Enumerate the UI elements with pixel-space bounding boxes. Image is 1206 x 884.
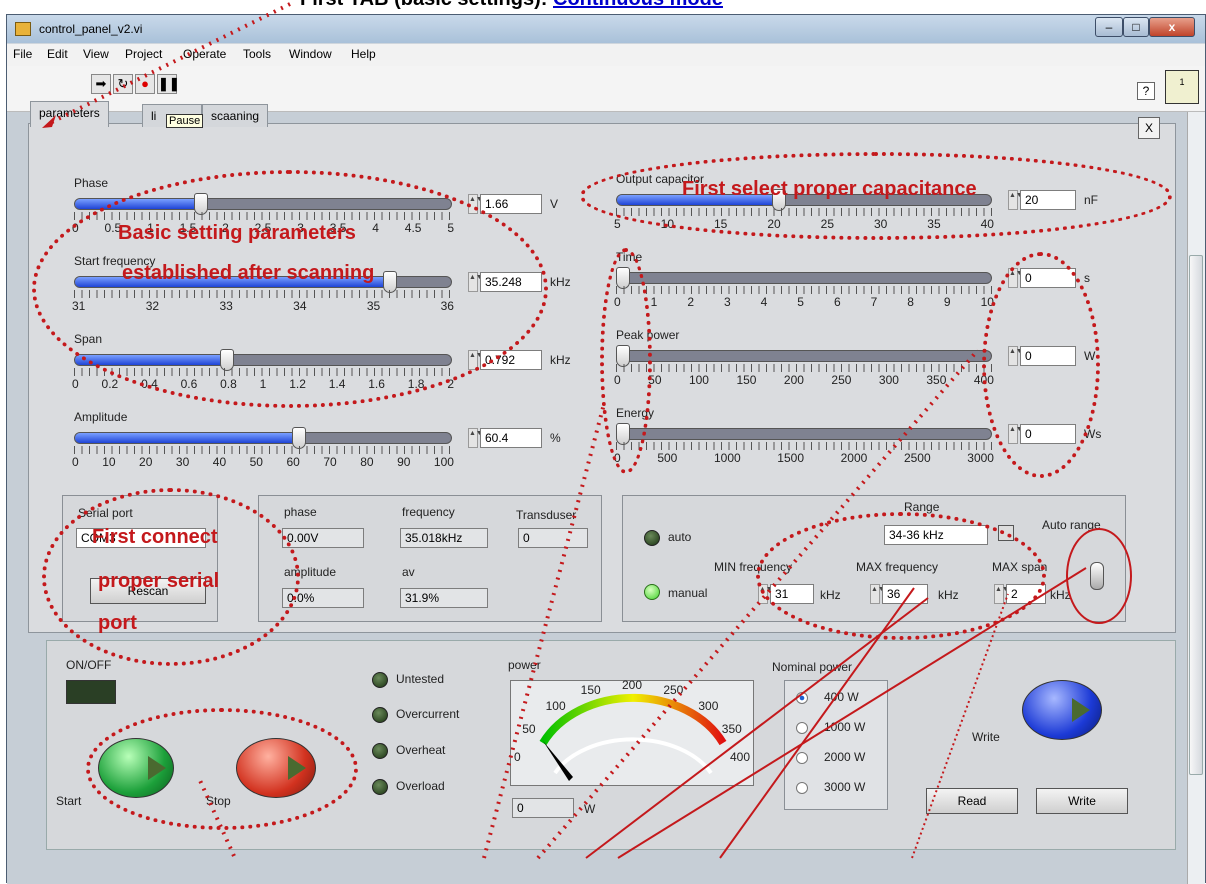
arrow-to-left-column [482, 403, 606, 859]
annotation-basic-2: established after scanning [122, 262, 375, 284]
arrow-to-max-freq [719, 587, 915, 859]
arrow-to-start [196, 775, 236, 857]
annotation-capacitance: First select proper capacitance [682, 178, 977, 200]
annotation-basic-1: Basic setting parameters [118, 222, 356, 244]
arrow-head-1 [42, 115, 56, 128]
arrow-to-max-span [911, 593, 1009, 859]
arrow-to-min-freq [585, 597, 929, 859]
annotation-serial-2: proper serial [98, 570, 220, 592]
annotation-arrows [42, 2, 1087, 860]
annotation-serial-1: First connect [92, 526, 218, 548]
arrow-to-parameters-tab [47, 2, 291, 126]
arrow-to-right-column [536, 348, 980, 860]
arrow-to-autorange [617, 567, 1087, 859]
annotation-serial-3: port [98, 612, 137, 634]
